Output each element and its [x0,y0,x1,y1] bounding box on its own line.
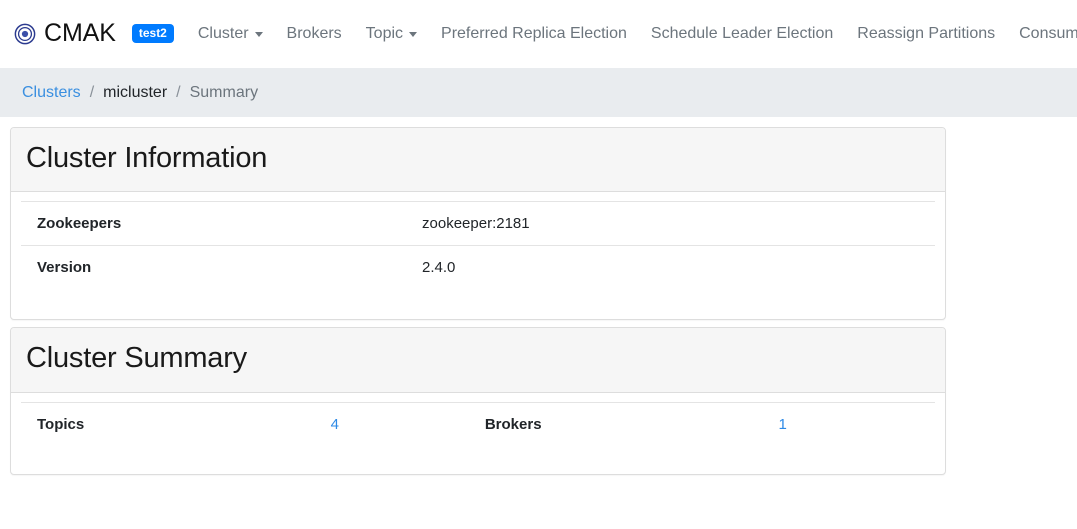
row-value-version: 2.4.0 [414,245,935,290]
brand-label: CMAK [44,19,116,47]
cluster-summary-panel: Cluster Summary Topics 4 Brokers 1 [10,327,946,475]
table-row: Version 2.4.0 [21,245,935,290]
nav-item-cluster[interactable]: Cluster [186,19,275,49]
breadcrumb-item-clusters[interactable]: Clusters [22,84,81,102]
cluster-summary-body: Topics 4 Brokers 1 [11,393,945,474]
row-label-version: Version [21,245,415,290]
target-circle-icon [14,23,36,44]
nav-item-preferred-replica-election-label: Preferred Replica Election [441,24,627,42]
cluster-summary-heading: Cluster Summary [11,328,945,393]
brokers-count-link[interactable]: 1 [778,416,786,433]
top-navbar: CMAK test2 Cluster Brokers Topic Preferr… [0,0,1077,68]
table-row: Topics 4 Brokers 1 [21,401,935,446]
cluster-information-heading: Cluster Information [11,128,945,193]
breadcrumb-item-summary: Summary [189,83,259,101]
cluster-summary-table: Topics 4 Brokers 1 [21,401,935,446]
nav-item-cluster-label: Cluster [197,24,249,42]
row-value-topics-cell: 4 [322,401,469,446]
breadcrumb-item-micluster[interactable]: micluster [103,84,167,102]
cluster-information-table: Zookeepers zookeeper:2181 Version 2.4.0 [21,201,935,290]
nav-item-brokers[interactable]: Brokers [275,19,354,49]
row-label-zookeepers: Zookeepers [21,201,415,246]
cluster-information-body: Zookeepers zookeeper:2181 Version 2.4.0 [11,192,945,319]
nav-item-reassign-partitions[interactable]: Reassign Partitions [845,19,1007,49]
chevron-down-icon [409,32,418,37]
nav-items: Cluster Brokers Topic Preferred Replica … [186,19,1077,49]
chevron-down-icon [254,32,263,37]
nav-item-consumers[interactable]: Consumers [1007,19,1077,49]
cluster-information-title: Cluster Information [26,142,268,174]
nav-item-reassign-partitions-label: Reassign Partitions [857,24,996,42]
cluster-information-panel: Cluster Information Zookeepers zookeeper… [10,127,946,321]
row-label-brokers: Brokers [468,401,771,446]
brand-logo[interactable]: CMAK [14,21,116,46]
panel-bottom-spacer [21,289,935,319]
nav-item-topic-label: Topic [365,24,404,42]
nav-item-topic[interactable]: Topic [354,19,429,49]
nav-item-schedule-leader-election[interactable]: Schedule Leader Election [639,19,845,49]
topics-count-link[interactable]: 4 [331,416,339,433]
nav-item-preferred-replica-election[interactable]: Preferred Replica Election [429,19,639,49]
nav-item-schedule-leader-election-label: Schedule Leader Election [650,24,834,42]
breadcrumb-separator: / [89,83,95,101]
cluster-badge[interactable]: test2 [131,24,174,43]
main-content: Cluster Information Zookeepers zookeeper… [0,117,1077,475]
breadcrumb: Clusters / micluster / Summary [0,68,1077,117]
cluster-summary-title: Cluster Summary [26,342,247,375]
nav-item-consumers-label: Consumers [1019,24,1077,42]
nav-item-brokers-label: Brokers [286,24,342,42]
breadcrumb-separator: / [176,83,181,101]
row-label-topics: Topics [21,401,323,446]
table-row: Zookeepers zookeeper:2181 [21,201,935,246]
row-value-zookeepers: zookeeper:2181 [414,201,935,246]
panel-bottom-spacer [21,446,935,474]
row-value-brokers-cell: 1 [770,401,935,446]
